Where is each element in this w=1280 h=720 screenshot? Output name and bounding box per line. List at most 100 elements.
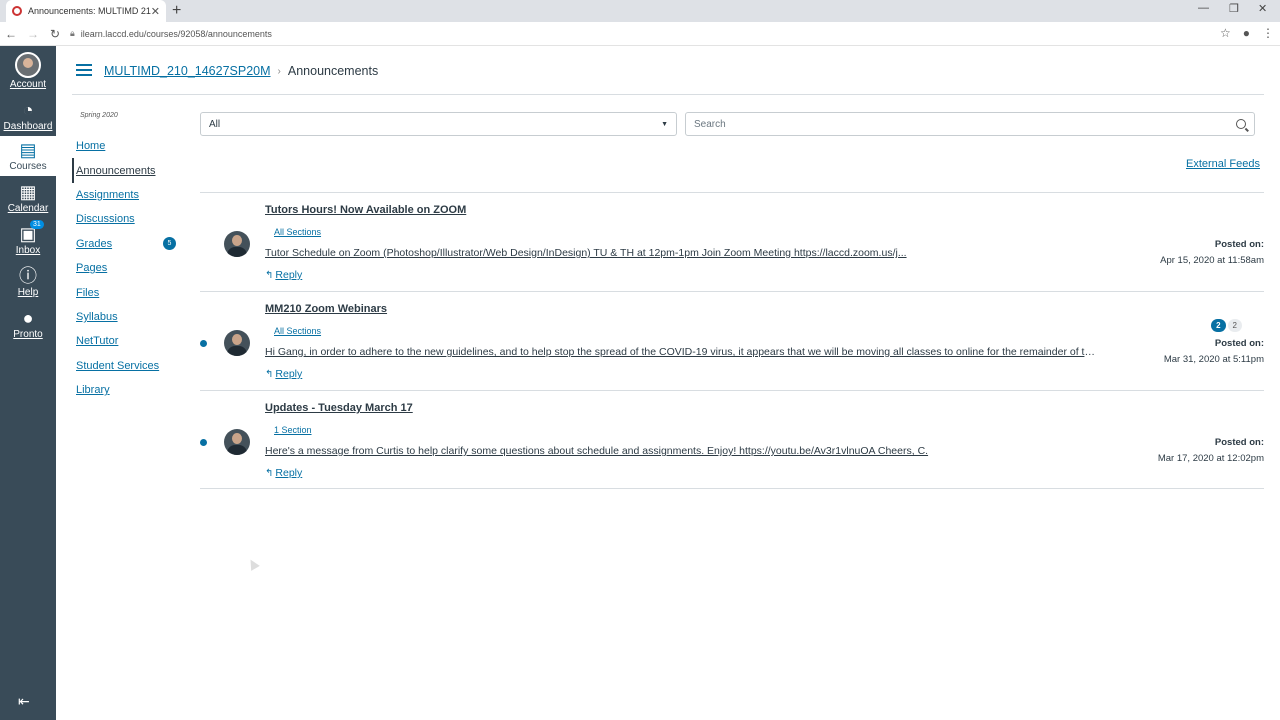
forward-arrow-icon[interactable]: → [22,27,44,41]
course-nav-home[interactable]: Home [72,134,182,158]
header-divider [72,94,1264,95]
profile-icon[interactable]: ● [1243,26,1250,40]
announcement-sections[interactable]: All Sections [274,227,321,237]
breadcrumb: MULTIMD_210_14627SP20M › Announcements [104,64,378,78]
tab-close-icon[interactable]: ✕ [151,5,160,18]
url-field[interactable]: 🔒︎ ilearn.laccd.edu/courses/92058/announ… [70,28,272,39]
announcement-preview[interactable]: Tutor Schedule on Zoom (Photoshop/Illust… [265,247,1095,259]
posted-date: Apr 15, 2020 at 11:58am [1160,255,1264,266]
course-nav-grades-label: Grades [76,237,113,250]
reply-link[interactable]: ↰ Reply [265,368,302,380]
announcement-item[interactable]: MM210 Zoom Webinars All Sections Hi Gang… [200,291,1264,390]
reply-link[interactable]: ↰ Reply [265,269,302,281]
reply-counts: 2 2 [1211,319,1242,332]
course-nav-syllabus[interactable]: Syllabus [72,305,182,329]
announcement-list: Tutors Hours! Now Available on ZOOM All … [200,192,1264,489]
lock-icon: 🔒︎ [70,28,75,38]
announcement-item[interactable]: Tutors Hours! Now Available on ZOOM All … [200,192,1264,291]
global-nav-courses[interactable]: ▤ Courses [0,136,56,176]
restore-button[interactable]: ❐ [1229,2,1239,15]
posted-date: Mar 31, 2020 at 5:11pm [1163,354,1264,365]
announcement-sections[interactable]: All Sections [274,326,321,336]
reply-arrow-icon: ↰ [265,269,274,281]
breadcrumb-chevron-icon: › [277,65,281,77]
back-arrow-icon[interactable]: ← [0,27,22,41]
window-close-button[interactable]: ✕ [1258,2,1267,15]
global-nav-calendar-label: Calendar [7,203,49,214]
announcement-item[interactable]: Updates - Tuesday March 17 1 Section Her… [200,390,1264,489]
reply-arrow-icon: ↰ [265,368,274,380]
unread-indicator [200,340,207,347]
global-nav-calendar[interactable]: ▦ Calendar [0,182,56,214]
reply-label: Reply [275,467,303,479]
search-input[interactable]: Search [685,112,1255,136]
posted-on-label: Posted on: [1214,437,1264,448]
course-nav-announcements[interactable]: Announcements [72,158,182,183]
global-nav-pronto-label: Pronto [13,329,43,340]
user-avatar [15,52,41,78]
announcement-preview[interactable]: Here's a message from Curtis to help cla… [265,445,1095,457]
course-term: Spring 2020 [80,112,118,119]
global-nav-inbox[interactable]: ▣ 31 Inbox [0,220,56,256]
announcement-title[interactable]: Tutors Hours! Now Available on ZOOM [265,204,466,216]
course-nav: Home Announcements Assignments Discussio… [72,134,182,402]
help-icon: ⓘ [19,266,37,286]
breadcrumb-current: Announcements [287,64,379,78]
course-nav-nettutor[interactable]: NetTutor [72,329,182,353]
collapse-nav-icon[interactable]: ⇤ [18,693,30,710]
tab-title: Announcements: MULTIMD 210 [28,6,151,16]
course-nav-library[interactable]: Library [72,378,182,402]
inbox-unread-badge: 31 [30,220,44,229]
courses-book-icon: ▤ [19,140,37,160]
calendar-icon: ▦ [19,182,37,202]
announcement-sections[interactable]: 1 Section [274,425,312,435]
unread-indicator [200,439,207,446]
global-nav-help[interactable]: ⓘ Help [0,266,56,298]
reply-label: Reply [275,269,303,281]
author-avatar[interactable] [224,231,250,257]
address-bar: ← → ↻ 🔒︎ ilearn.laccd.edu/courses/92058/… [0,22,1280,46]
course-nav-grades[interactable]: Grades 5 [72,232,182,256]
global-nav-inbox-label: Inbox [15,245,41,256]
global-nav-pronto[interactable]: ● Pronto [0,308,56,340]
course-nav-discussions[interactable]: Discussions [72,207,182,231]
section-filter-value: All [209,118,221,130]
browser-menu-icon[interactable]: ⋮ [1262,26,1274,40]
posted-on-label: Posted on: [1214,338,1264,349]
reply-link[interactable]: ↰ Reply [265,467,302,479]
global-nav-dashboard-label: Dashboard [3,121,53,132]
bookmark-star-icon[interactable]: ☆ [1220,26,1231,40]
search-placeholder: Search [694,118,726,130]
author-avatar[interactable] [224,429,250,455]
inbox-icon: ▣ [19,224,37,244]
global-nav-dashboard[interactable]: ◔ Dashboard [0,100,56,132]
browser-tab[interactable]: Announcements: MULTIMD 210 ✕ [6,0,166,22]
announcement-title[interactable]: MM210 Zoom Webinars [265,303,387,315]
dashboard-icon: ◔ [22,100,34,120]
global-nav-account-label: Account [9,79,47,90]
minimize-button[interactable]: — [1198,2,1209,14]
global-nav-account[interactable]: Account [0,52,56,90]
browser-tab-bar: Announcements: MULTIMD 210 ✕ + — ❐ ✕ [0,0,1280,22]
section-filter-select[interactable]: All ▼ [200,112,677,136]
mouse-cursor [246,557,260,571]
search-icon[interactable] [1236,119,1246,129]
chat-bubble-icon: ● [22,308,34,328]
dropdown-arrow-icon: ▼ [661,120,668,128]
new-tab-button[interactable]: + [172,2,181,20]
global-nav: Account ◔ Dashboard ▤ Courses ▦ Calendar… [0,46,56,720]
reload-icon[interactable]: ↻ [44,27,66,41]
course-nav-student-services[interactable]: Student Services [72,354,182,378]
course-nav-files[interactable]: Files [72,280,182,304]
breadcrumb-course-link[interactable]: MULTIMD_210_14627SP20M [104,64,271,78]
course-nav-assignments[interactable]: Assignments [72,183,182,207]
announcement-preview[interactable]: Hi Gang, in order to adhere to the new g… [265,346,1095,358]
announcement-title[interactable]: Updates - Tuesday March 17 [265,402,413,414]
unread-count-badge: 2 [1211,319,1226,332]
grades-badge: 5 [163,237,176,251]
external-feeds-link[interactable]: External Feeds [1186,158,1260,170]
canvas-favicon-icon [12,6,22,16]
author-avatar[interactable] [224,330,250,356]
hamburger-menu-icon[interactable] [76,64,92,76]
course-nav-pages[interactable]: Pages [72,256,182,280]
